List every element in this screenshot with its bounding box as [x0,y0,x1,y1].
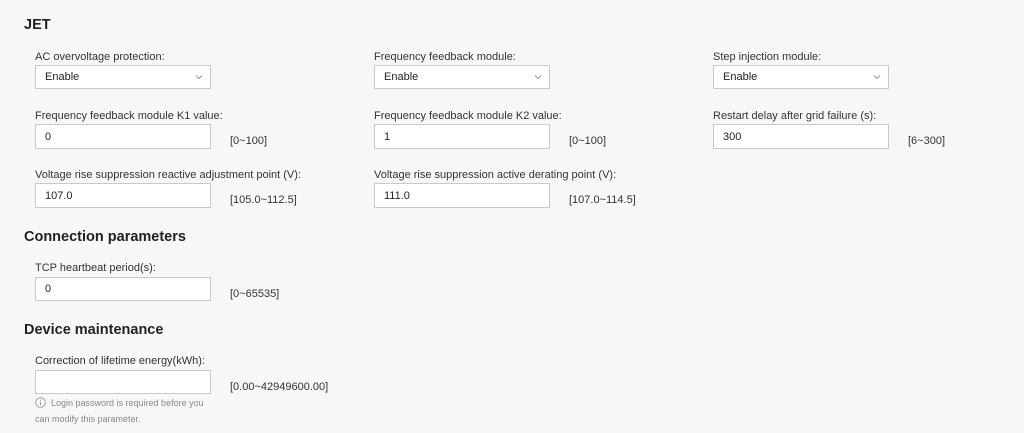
step-injection-field: Step injection module: Enable [713,51,933,91]
step-injection-value: Enable [723,71,758,83]
tcp-heartbeat-field: TCP heartbeat period(s): [0~65535] [35,262,315,304]
lifetime-energy-range: [0.00~42949600.00] [230,381,329,393]
password-note-line1: Login password is required before you [51,398,204,408]
restart-delay-field: Restart delay after grid failure (s): [6… [713,110,993,152]
freq-feedback-label: Frequency feedback module: [374,51,516,63]
reactive-point-input[interactable] [35,183,211,208]
freq-feedback-select[interactable]: Enable [374,65,550,89]
k2-label: Frequency feedback module K2 value: [374,110,562,122]
tcp-heartbeat-label: TCP heartbeat period(s): [35,262,156,274]
password-note-line2: can modify this parameter. [35,414,141,424]
step-injection-label: Step injection module: [713,51,822,63]
reactive-point-range: [105.0~112.5] [230,194,297,206]
lifetime-energy-field: Correction of lifetime energy(kWh): [0.0… [35,355,355,431]
active-point-input[interactable] [374,183,550,208]
tcp-heartbeat-range: [0~65535] [230,288,280,300]
active-point-range: [107.0~114.5] [569,194,636,206]
reactive-point-field: Voltage rise suppression reactive adjust… [35,169,335,211]
restart-delay-input[interactable] [713,124,889,149]
lifetime-energy-label: Correction of lifetime energy(kWh): [35,355,205,367]
chevron-down-icon [534,75,542,80]
ac-overvoltage-select[interactable]: Enable [35,65,211,89]
restart-delay-range: [6~300] [908,135,946,147]
chevron-down-icon [195,75,203,80]
k2-range: [0~100] [569,135,607,147]
active-point-field: Voltage rise suppression active derating… [374,169,674,211]
settings-page: JET AC overvoltage protection: Enable Fr… [0,0,1024,433]
active-point-label: Voltage rise suppression active derating… [374,169,617,181]
k2-input[interactable] [374,124,550,149]
section-title-connection: Connection parameters [24,229,186,245]
chevron-down-icon [873,75,881,80]
password-note: Login password is required before you ca… [35,395,225,427]
info-circle-icon [35,397,46,408]
k1-label: Frequency feedback module K1 value: [35,110,223,122]
restart-delay-label: Restart delay after grid failure (s): [713,110,877,122]
ac-overvoltage-value: Enable [45,71,80,83]
k1-range: [0~100] [230,135,268,147]
ac-overvoltage-field: AC overvoltage protection: Enable [35,51,255,91]
section-title-maintenance: Device maintenance [24,322,164,338]
tcp-heartbeat-input[interactable] [35,277,211,301]
ac-overvoltage-label: AC overvoltage protection: [35,51,165,63]
section-title-jet: JET [24,17,51,33]
k1-field: Frequency feedback module K1 value: [0~1… [35,110,315,152]
step-injection-select[interactable]: Enable [713,65,889,89]
lifetime-energy-input[interactable] [35,370,211,394]
freq-feedback-value: Enable [384,71,419,83]
k1-input[interactable] [35,124,211,149]
reactive-point-label: Voltage rise suppression reactive adjust… [35,169,301,181]
k2-field: Frequency feedback module K2 value: [0~1… [374,110,654,152]
freq-feedback-field: Frequency feedback module: Enable [374,51,594,91]
